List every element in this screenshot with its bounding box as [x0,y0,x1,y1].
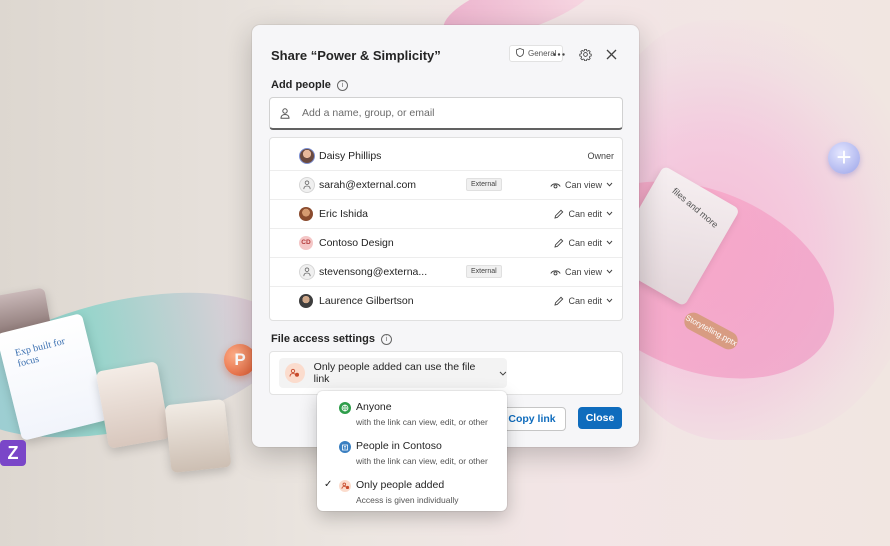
permission-label: Can view [564,179,602,190]
people-restricted-icon [339,480,351,492]
menu-item-subtitle: with the link can view, edit, or other [356,456,488,466]
avatar [299,176,315,193]
checkmark-icon: ✓ [324,479,333,490]
dialog-title: Share “Power & Simplicity” [271,47,441,63]
info-icon[interactable]: i [336,79,348,91]
avatar [299,263,315,280]
chevron-down-icon [606,269,613,274]
chevron-down-icon [606,182,613,187]
add-people-field[interactable] [269,97,623,130]
file-access-text: File access settings [271,333,375,345]
menu-item-anyone[interactable]: Anyone with the link can view, edit, or … [317,393,507,431]
copy-link-label: Copy link [508,413,556,425]
file-access-dropdown[interactable]: Only people added can use the file link [279,358,507,388]
add-people-label: Add people i [271,79,348,91]
list-item[interactable]: stevensong@externa... External Can view [270,257,622,287]
avatar [299,293,313,308]
external-badge: External [466,178,502,191]
pencil-icon [554,209,564,219]
pencil-icon [554,238,564,248]
list-item[interactable]: CD Contoso Design Can edit [270,228,622,258]
menu-item-subtitle: Access is given individually [356,495,459,505]
plus-orb-icon: + [828,142,860,174]
person-name: Laurence Gilbertson [319,294,414,307]
menu-item-title: People in Contoso [356,440,442,452]
document-card-text: Exp built for focus [13,335,67,370]
person-name: Eric Ishida [319,207,369,220]
add-people-text: Add people [271,79,331,91]
close-button[interactable]: Close [578,407,622,429]
list-item[interactable]: Daisy Phillips Owner [270,141,622,171]
avatar [299,147,315,164]
person-name: Daisy Phillips [319,149,382,162]
people-restricted-icon [285,363,305,383]
menu-item-title: Only people added [356,479,445,491]
person-name: stevensong@externa... [319,265,428,278]
permission-label: Can edit [568,295,602,306]
more-horizontal-icon [553,52,565,56]
share-dialog: Share “Power & Simplicity” General Add p… [252,25,639,447]
permission-dropdown[interactable]: Can edit [554,238,613,248]
pencil-icon [554,296,564,306]
menu-item-subtitle: with the link can view, edit, or other [356,417,488,427]
app-logo-icon: Z [0,440,26,466]
decorative-photo-card [95,361,171,449]
building-icon [339,441,351,453]
settings-button[interactable] [575,44,595,64]
file-access-label: File access settings i [271,333,392,345]
more-options-button[interactable] [549,44,569,64]
decorative-photo-card [164,399,232,473]
eye-icon [550,182,561,188]
info-icon[interactable]: i [380,333,392,345]
people-list: Daisy Phillips Owner sarah@external.com … [269,137,623,321]
chevron-down-icon [499,371,507,376]
menu-item-people-in-contoso[interactable]: People in Contoso with the link can view… [317,432,507,470]
menu-item-title: Anyone [356,401,392,413]
external-badge: External [466,265,502,278]
close-dialog-button[interactable] [601,44,621,64]
list-item[interactable]: Laurence Gilbertson Can edit [270,286,622,315]
avatar [299,206,313,221]
chevron-down-icon [606,298,613,303]
chevron-down-icon [606,240,613,245]
person-name: Contoso Design [319,236,394,249]
person-icon [280,107,290,119]
gear-icon [578,48,592,61]
dialog-header: Share “Power & Simplicity” General [271,45,623,65]
permission-dropdown[interactable]: Can edit [554,209,613,219]
chevron-down-icon [606,211,613,216]
file-access-value: Only people added can use the file link [313,361,476,385]
file-access-panel: Only people added can use the file link [269,351,623,395]
person-name: sarah@external.com [319,178,417,191]
close-icon [606,49,616,59]
menu-item-only-people-added[interactable]: ✓ Only people added Access is given indi… [317,471,507,509]
permission-label: Can edit [568,208,602,219]
permission-dropdown[interactable]: Can view [550,180,613,190]
permission-dropdown[interactable]: Can edit [554,296,613,306]
list-item[interactable]: sarah@external.com External Can view [270,170,622,200]
permission-label: Can view [564,266,602,277]
file-access-menu: Anyone with the link can view, edit, or … [317,391,507,511]
permission-dropdown[interactable]: Can view [550,267,613,277]
permission-label: Can edit [568,237,602,248]
add-people-input[interactable] [300,106,604,120]
shield-icon [516,48,524,59]
owner-label: Owner [587,150,614,161]
globe-icon [339,402,351,414]
eye-icon [550,269,561,275]
copy-link-button[interactable]: Copy link [498,407,566,431]
list-item[interactable]: Eric Ishida Can edit [270,199,622,229]
avatar: CD [299,235,313,250]
